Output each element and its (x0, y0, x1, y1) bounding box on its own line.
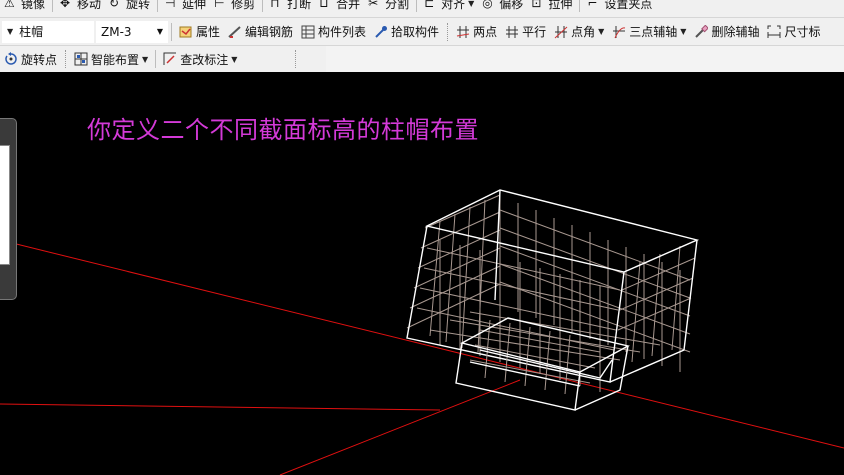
component-type-select[interactable]: ▼ 柱帽 (2, 20, 94, 43)
mirror-button[interactable]: ⚠ 镜像 (0, 0, 49, 14)
rotate-point-icon (5, 52, 17, 65)
separator (262, 0, 264, 12)
side-panel-handle[interactable] (0, 118, 17, 300)
offset-button[interactable]: ◎ 偏移 (478, 0, 527, 14)
toolbar-component: ▼ 柱帽 ZM-3 ▼ 属性 编辑钢筋 构件列表 拾取构件 两点 平行 点角 ▼… (0, 18, 844, 46)
axis-line (279, 379, 521, 475)
dimension-icon (767, 25, 781, 38)
split-icon: ✂ (368, 0, 379, 10)
app-window: ⚠ 镜像 ✥ 移动 ↻ 旋转 ⊣ 延伸 ⊢ 修剪 ⊓ 打断 ⊔ 合并 ✂ 分割 ⊏ 对齐 ▼ ◎ 偏移… (0, 0, 844, 475)
align-icon: ⊏ (424, 0, 435, 10)
trim-button[interactable]: ⊢ 修剪 (210, 0, 259, 14)
column-cap-wireframe (406, 189, 700, 411)
pick-component-button[interactable]: 拾取构件 (370, 21, 443, 43)
move-button[interactable]: ✥ 移动 (56, 0, 105, 14)
rotate-icon: ↻ (109, 0, 120, 10)
separator (295, 50, 297, 68)
drawing-canvas[interactable]: 你定义二个不同截面标高的柱帽布置 (0, 72, 844, 475)
properties-icon (179, 26, 192, 37)
separator (52, 0, 54, 12)
chevron-down-icon: ▼ (680, 27, 687, 36)
two-points-axis-icon (456, 25, 470, 38)
parallel-button[interactable]: 平行 (501, 21, 550, 43)
break-button[interactable]: ⊓ 打断 (266, 0, 315, 14)
separator (171, 22, 172, 41)
chevron-down-icon: ▼ (156, 27, 163, 36)
move-icon: ✥ (60, 0, 71, 10)
axis-line (0, 403, 441, 411)
separator (447, 22, 449, 41)
side-panel-content (0, 145, 10, 265)
parallel-axis-icon (506, 25, 519, 38)
mirror-icon: ⚠ (4, 0, 15, 10)
three-point-axis-button[interactable]: 三点辅轴 ▼ (608, 21, 690, 43)
grip-icon: ⌐ (587, 0, 598, 10)
point-angle-button[interactable]: 点角 ▼ (550, 21, 608, 43)
toolbar-modify: ⚠ 镜像 ✥ 移动 ↻ 旋转 ⊣ 延伸 ⊢ 修剪 ⊓ 打断 ⊔ 合并 ✂ 分割 ⊏ 对齐 ▼ ◎ 偏移… (0, 0, 844, 18)
chevron-down-icon: ▼ (598, 27, 605, 36)
edit-rebar-icon (228, 25, 241, 38)
offset-icon: ◎ (482, 0, 493, 10)
stretch-icon: ⊡ (531, 0, 542, 10)
merge-button[interactable]: ⊔ 合并 (315, 0, 364, 14)
edit-rebar-button[interactable]: 编辑钢筋 (224, 21, 297, 43)
toolbar-layout: 旋转点 智能布置 ▼ 查改标注 ▼ (0, 46, 844, 72)
two-points-button[interactable]: 两点 (452, 21, 501, 43)
separator (155, 50, 157, 68)
list-icon (301, 25, 315, 38)
three-point-axis-icon (613, 25, 626, 38)
dimension-button[interactable]: 尺寸标 (763, 21, 824, 43)
toolbar-empty-area (326, 46, 844, 72)
chevron-down-icon: ▼ (7, 27, 14, 36)
set-grip-button[interactable]: ⌐ 设置夹点 (583, 0, 656, 14)
eyedropper-icon (375, 25, 388, 38)
merge-icon: ⊔ (319, 0, 329, 10)
delete-axis-button[interactable]: 删除辅轴 (690, 21, 763, 43)
smart-layout-icon (74, 52, 88, 66)
annotation-text: 你定义二个不同截面标高的柱帽布置 (87, 116, 479, 144)
modify-annotation-button[interactable]: 查改标注 ▼ (159, 48, 241, 70)
trim-icon: ⊢ (214, 0, 225, 10)
rotate-button[interactable]: ↻ 旋转 (105, 0, 154, 14)
smart-layout-button[interactable]: 智能布置 ▼ (70, 48, 152, 70)
chevron-down-icon: ▼ (142, 54, 149, 64)
align-button[interactable]: ⊏ 对齐 ▼ (420, 0, 478, 14)
separator (157, 0, 159, 12)
rotate-point-button[interactable]: 旋转点 (0, 48, 61, 70)
component-list-button[interactable]: 构件列表 (297, 21, 370, 43)
separator (416, 0, 418, 12)
extend-icon: ⊣ (165, 0, 176, 10)
separator (65, 50, 67, 68)
chevron-down-icon: ▼ (231, 54, 238, 64)
component-name-select[interactable]: ZM-3 ▼ (96, 20, 168, 43)
extend-button[interactable]: ⊣ 延伸 (161, 0, 210, 14)
chevron-down-icon: ▼ (468, 0, 475, 8)
split-button[interactable]: ✂ 分割 (364, 0, 413, 14)
point-angle-icon (554, 25, 568, 38)
separator (579, 0, 581, 12)
break-icon: ⊓ (270, 0, 280, 10)
properties-button[interactable]: 属性 (175, 21, 224, 43)
stretch-button[interactable]: ⊡ 拉伸 (527, 0, 576, 14)
axis-line (0, 239, 844, 449)
modify-annotation-icon (163, 52, 177, 65)
eraser-icon (695, 24, 709, 38)
